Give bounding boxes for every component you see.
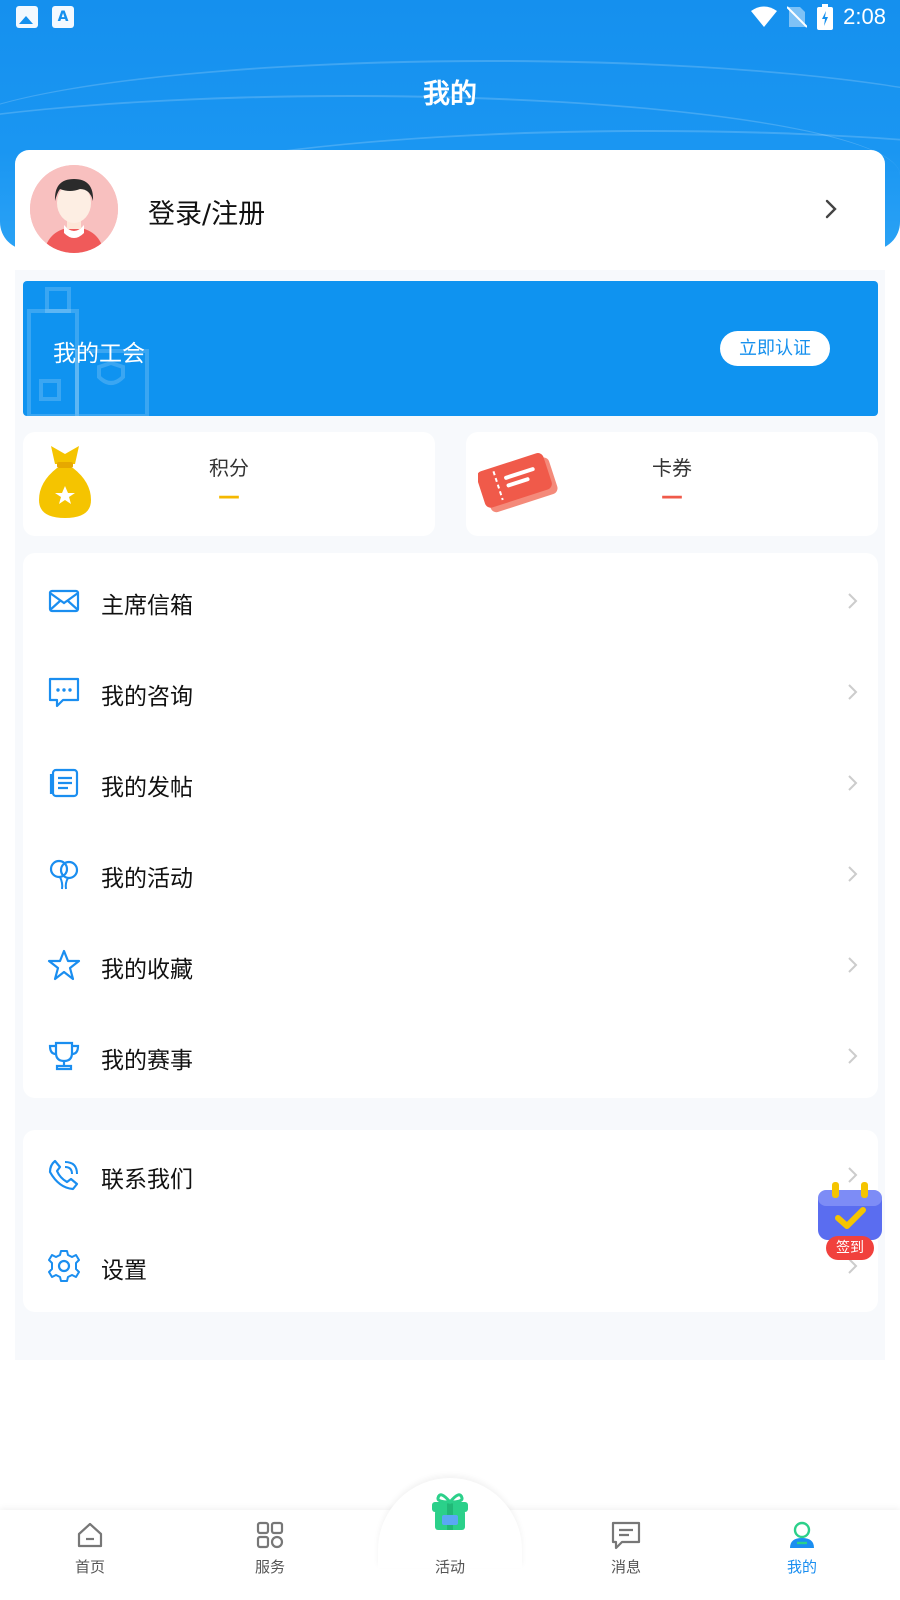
user-icon	[790, 1521, 814, 1548]
menu-item-label: 联系我们	[101, 1167, 193, 1193]
menu-item-label: 设置	[101, 1258, 147, 1284]
grid-icon	[256, 1521, 284, 1549]
tab-label: 首页	[74, 1558, 105, 1576]
tab-services[interactable]: 服务	[220, 1520, 320, 1598]
font-notification-icon: A	[52, 6, 74, 28]
menu-item-chairman-mailbox[interactable]: 主席信箱	[23, 556, 878, 647]
menu-item-settings[interactable]: 设置	[23, 1221, 878, 1312]
coupons-card[interactable]: 卡券 —	[466, 432, 878, 536]
menu-item-label: 我的活动	[101, 866, 193, 892]
gallery-notification-icon	[16, 6, 38, 28]
trophy-icon	[48, 1041, 80, 1071]
no-sim-icon	[787, 6, 808, 28]
chevron-right-icon	[848, 593, 858, 609]
chevron-right-icon	[848, 957, 858, 973]
tab-messages[interactable]: 消息	[576, 1520, 676, 1598]
login-register-link[interactable]: 登录/注册	[148, 192, 265, 231]
chevron-right-icon	[848, 684, 858, 700]
chevron-right-icon	[825, 199, 837, 219]
profile-card[interactable]: 登录/注册	[15, 150, 885, 270]
points-value: —	[218, 484, 240, 509]
menu-item-label: 我的咨询	[101, 684, 193, 710]
menu-item-my-consultations[interactable]: 我的咨询	[23, 647, 878, 738]
tab-label: 我的	[786, 1558, 817, 1576]
post-icon	[49, 768, 79, 798]
menu-item-label: 我的收藏	[101, 957, 193, 983]
secondary-menu-card: 联系我们 设置	[23, 1130, 878, 1312]
tab-mine[interactable]: 我的	[752, 1520, 852, 1598]
menu-item-my-posts[interactable]: 我的发帖	[23, 738, 878, 829]
chevron-right-icon	[848, 866, 858, 882]
sign-in-label: 签到	[826, 1236, 874, 1260]
union-label: 我的工会	[53, 341, 145, 367]
coupons-title: 卡券	[652, 456, 692, 480]
union-banner[interactable]: 我的工会 立即认证	[23, 281, 878, 416]
menu-item-my-favorites[interactable]: 我的收藏	[23, 920, 878, 1011]
chevron-right-icon	[848, 775, 858, 791]
menu-item-my-competitions[interactable]: 我的赛事	[23, 1011, 878, 1102]
tab-label: 消息	[610, 1558, 641, 1576]
default-avatar-icon	[30, 165, 118, 253]
menu-card: 主席信箱 我的咨询 我的发帖 我的活动 我的收藏 我的赛事	[23, 553, 878, 1098]
verify-now-button[interactable]: 立即认证	[720, 331, 830, 366]
mail-icon	[48, 589, 80, 613]
sign-in-floating-button[interactable]: 签到	[814, 1180, 886, 1264]
wifi-icon	[751, 6, 778, 27]
home-icon	[77, 1522, 103, 1548]
page-title: 我的	[423, 79, 477, 110]
message-icon	[611, 1521, 641, 1550]
battery-icon	[817, 4, 834, 30]
gear-icon	[48, 1250, 80, 1282]
status-time: 2:08	[843, 4, 886, 29]
phone-icon	[48, 1159, 79, 1191]
menu-item-label: 主席信箱	[101, 593, 193, 619]
status-bar: A 2:08	[0, 0, 900, 36]
menu-item-contact-us[interactable]: 联系我们	[23, 1130, 878, 1221]
points-title: 积分	[209, 456, 249, 480]
points-card[interactable]: 积分 —	[23, 432, 435, 536]
tab-activities[interactable]: 活动	[400, 1520, 500, 1598]
avatar	[30, 165, 118, 253]
tab-label: 活动	[434, 1558, 465, 1576]
balloon-icon	[49, 859, 79, 890]
coupons-value: —	[661, 484, 683, 509]
menu-item-label: 我的发帖	[101, 775, 193, 801]
menu-item-my-activities[interactable]: 我的活动	[23, 829, 878, 920]
calendar-check-icon	[818, 1182, 882, 1240]
star-icon	[47, 949, 81, 981]
tab-label: 服务	[254, 1558, 285, 1576]
menu-item-label: 我的赛事	[101, 1048, 193, 1074]
tab-home[interactable]: 首页	[40, 1520, 140, 1598]
chevron-right-icon	[848, 1048, 858, 1064]
chat-icon	[48, 677, 80, 708]
